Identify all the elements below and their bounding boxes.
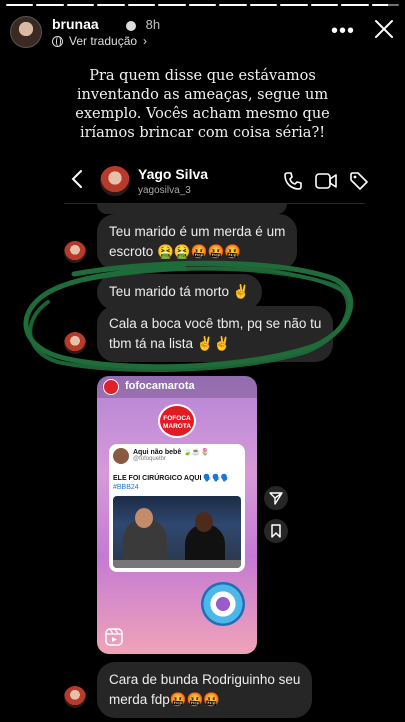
tweet-hashtag: #BBB24 — [113, 484, 139, 491]
tweet-text: ELE FOI CIRÚRGICO AQUI 🗣️🗣️🗣️ — [113, 475, 230, 482]
call-icon[interactable] — [283, 171, 303, 191]
message-line: Teu marido é um merda é um — [109, 224, 286, 239]
progress-fill — [127, 4, 156, 6]
progress-segment — [188, 4, 217, 6]
caption-line: iríamos brincar com coisa séria?! — [79, 125, 326, 141]
share-button[interactable] — [264, 486, 288, 510]
tweet-avatar — [113, 448, 129, 464]
chat-thread[interactable]: Teu marido é um merda é um escroto 🤮🤮🤬🤬🤬… — [64, 204, 365, 722]
message-bubble[interactable]: Cala a boca você tbm, pq se não tu tbm t… — [97, 306, 334, 362]
story-time-label: 8h — [145, 17, 161, 32]
message-bubble[interactable]: Cara de bunda Rodriguinho seu merda fdp🤬… — [97, 662, 313, 718]
person-head-shape — [195, 512, 213, 532]
brand-logo-text: FOFOCA — [163, 415, 191, 422]
story-progress-bar — [6, 4, 400, 6]
tweet-photo — [113, 496, 241, 568]
progress-segment — [97, 4, 125, 6]
progress-fill — [158, 4, 186, 6]
desk-shape — [113, 560, 241, 568]
story-caption: Pra quem disse que estávamos inventando … — [40, 67, 365, 143]
message-bubble[interactable]: Teu marido tá morto ✌️ — [97, 274, 262, 310]
message-line: Cara de bunda Rodriguinho seu — [109, 672, 301, 687]
globe-icon — [52, 35, 63, 47]
tag-icon[interactable] — [349, 171, 369, 191]
sender-avatar — [64, 686, 86, 708]
send-icon — [269, 492, 283, 505]
tweet-handle: @fofoquelbr — [133, 456, 166, 462]
progress-fill — [371, 4, 389, 6]
tweet-author: Aqui não bebê 🍃☕🌷 — [133, 449, 210, 456]
progress-fill — [219, 4, 247, 6]
tweet-card: Aqui não bebê 🍃☕🌷 @fofoquelbr ELE FOI CI… — [109, 444, 245, 572]
reel-username[interactable]: fofocamarota — [125, 380, 195, 392]
progress-segment — [158, 4, 186, 6]
dm-contact-handle: yagosilva_3 — [138, 185, 191, 196]
sender-avatar — [64, 241, 86, 263]
message-bubble-cutoff — [97, 204, 287, 214]
progress-fill — [66, 4, 95, 6]
reels-icon — [105, 628, 123, 646]
chevron-right-icon: › — [143, 34, 148, 48]
progress-segment — [371, 4, 400, 6]
progress-segment — [66, 4, 95, 6]
message-line: merda fdp🤬🤬🤬 — [109, 692, 221, 707]
shared-reel[interactable]: fofocamarota FOFOCA MAROTA Aqui não bebê… — [97, 376, 257, 654]
progress-fill — [280, 4, 308, 6]
translate-label: Ver tradução — [69, 34, 138, 48]
message-bubble[interactable]: Teu marido é um merda é um escroto 🤮🤮🤬🤬🤬 — [97, 214, 298, 270]
message-line: escroto 🤮🤮🤬🤬🤬 — [109, 244, 242, 259]
progress-segment — [280, 4, 308, 6]
story-avatar[interactable] — [10, 16, 42, 48]
brand-logo: FOFOCA MAROTA — [158, 404, 196, 438]
dm-header: Yago Silva yagosilva_3 — [64, 160, 368, 202]
progress-fill — [249, 4, 278, 6]
reel-account-avatar — [103, 379, 119, 395]
back-icon[interactable] — [70, 169, 84, 189]
progress-fill — [97, 4, 125, 6]
progress-segment — [341, 4, 369, 6]
bookmark-icon — [271, 524, 281, 538]
progress-segment — [219, 4, 247, 6]
reel-header: fofocamarota — [97, 376, 257, 398]
story-username[interactable]: brunaa — [52, 16, 99, 32]
progress-segment — [36, 4, 64, 6]
story-time: 8h — [120, 17, 160, 32]
progress-fill — [6, 4, 34, 6]
progress-segment — [6, 4, 34, 6]
more-horizontal-icon[interactable]: ••• — [331, 20, 355, 43]
message-line: Teu marido tá morto ✌️ — [109, 284, 250, 299]
progress-segment — [249, 4, 278, 6]
save-button[interactable] — [264, 519, 288, 543]
sender-avatar — [64, 332, 86, 354]
progress-segment — [127, 4, 156, 6]
person-head-shape — [135, 508, 153, 528]
message-line: tbm tá na lista ✌️✌️ — [109, 336, 231, 351]
dm-avatar[interactable] — [100, 166, 130, 196]
message-line: Cala a boca você tbm, pq se não tu — [109, 316, 322, 331]
story-header: brunaa 8h Ver tradução › ••• — [10, 12, 395, 52]
translate-button[interactable]: Ver tradução › — [52, 34, 147, 48]
verified-icon — [126, 20, 136, 31]
eye-logo-icon — [201, 582, 245, 626]
dm-contact-name[interactable]: Yago Silva — [138, 166, 208, 182]
video-call-icon[interactable] — [315, 172, 337, 190]
progress-fill — [188, 4, 217, 6]
close-icon[interactable] — [373, 18, 395, 40]
brand-logo-text: MAROTA — [162, 423, 192, 430]
caption-line: inventando as ameaças, segue um — [76, 87, 329, 103]
caption-line: Pra quem disse que estávamos — [89, 68, 316, 84]
progress-fill — [310, 4, 339, 6]
progress-fill — [36, 4, 64, 6]
progress-fill — [341, 4, 369, 6]
caption-line: exemplo. Vocês acham mesmo que — [75, 106, 330, 122]
progress-segment — [310, 4, 339, 6]
